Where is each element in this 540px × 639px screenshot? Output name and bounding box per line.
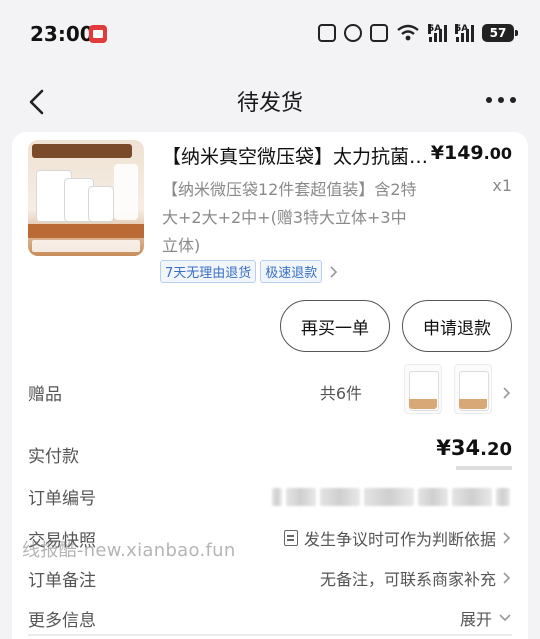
remark-value-group: 无备注，可联系商家补充 [320,566,512,590]
page-title: 待发货 [236,91,303,116]
paid-amount: ¥34.20 [436,436,512,460]
chevron-right-icon [330,265,338,278]
nav-bar: 待发货 [0,70,540,130]
order-number-row: 订单编号 [28,478,512,514]
more-info-row[interactable]: 更多信息 展开 [28,600,512,636]
signal-2-icon: 5A [455,24,474,42]
order-number-label: 订单编号 [28,489,96,509]
gift-row[interactable]: 赠品 共6件 [28,364,512,414]
snapshot-value-group: 发生争议时可作为判断依据 [283,526,512,550]
divider [28,634,512,636]
gift-thumbnail [404,364,442,414]
expand-label: 展开 [459,610,492,629]
paid-row: 实付款 ¥34.20 [28,436,512,472]
gift-count: 共6件 [319,384,362,403]
status-bar: 23:00 5A 5A 57 [0,0,540,70]
chevron-down-icon [499,614,511,622]
remark-row[interactable]: 订单备注 无备注，可联系商家补充 [28,560,512,596]
battery-icon: 57 [482,24,518,42]
tag-return-policy: 7天无理由退货 [160,260,257,283]
product-price-integer: ¥149 [430,142,484,164]
paid-amount-integer: ¥34 [436,436,481,460]
gift-thumbnail [454,364,492,414]
signal-1-label: 5A [428,24,442,34]
order-card: 【纳米真空微压袋】太力抗菌防霉 ¥149.00 【纳米微压袋12件套超值装】含2… [12,132,528,639]
tag-fast-refund: 极速退款 [260,260,323,283]
snapshot-value: 发生争议时可作为判断依据 [303,530,496,549]
signal-1-icon: 5A [428,24,447,42]
wifi-icon [397,24,419,41]
remark-label: 订单备注 [28,571,96,591]
price-detail-line [456,466,512,470]
vibrate-icon [370,24,388,42]
chevron-right-icon [503,572,511,584]
expand-group[interactable]: 展开 [460,606,512,630]
document-icon [283,530,298,546]
product-price-decimal: .00 [483,144,512,163]
product-quantity: x1 [492,176,512,195]
watermark: 线报酷-new.xianbao.fun [22,540,236,561]
order-number-redacted [272,484,512,510]
product-title[interactable]: 【纳米真空微压袋】太力抗菌防霉 [162,142,432,169]
nfc-icon [318,24,336,42]
more-info-label: 更多信息 [28,611,96,631]
status-time: 23:00 [30,22,94,46]
chevron-right-icon [503,387,511,399]
gift-label: 赠品 [28,385,62,405]
paid-amount-decimal: .20 [480,439,512,460]
product-thumbnail[interactable] [28,140,144,256]
alarm-icon [344,24,362,42]
chevron-right-icon [503,532,511,544]
system-icons: 5A 5A 57 [318,24,518,42]
product-spec: 【纳米微压袋12件套超值装】含2特大+2大+2中+(赠3特大立体+3中立体) [162,180,417,255]
refund-button[interactable]: 申请退款 [402,300,512,352]
signal-2-label: 5A [455,24,469,34]
app-notification-icon [89,25,107,43]
rebuy-button[interactable]: 再买一单 [280,300,390,352]
remark-value: 无备注，可联系商家补充 [319,570,496,589]
paid-label: 实付款 [28,447,79,467]
product-price: ¥149.00 [431,142,512,164]
more-options-icon[interactable] [486,92,516,108]
service-tags[interactable]: 7天无理由退货 极速退款 [160,260,340,283]
